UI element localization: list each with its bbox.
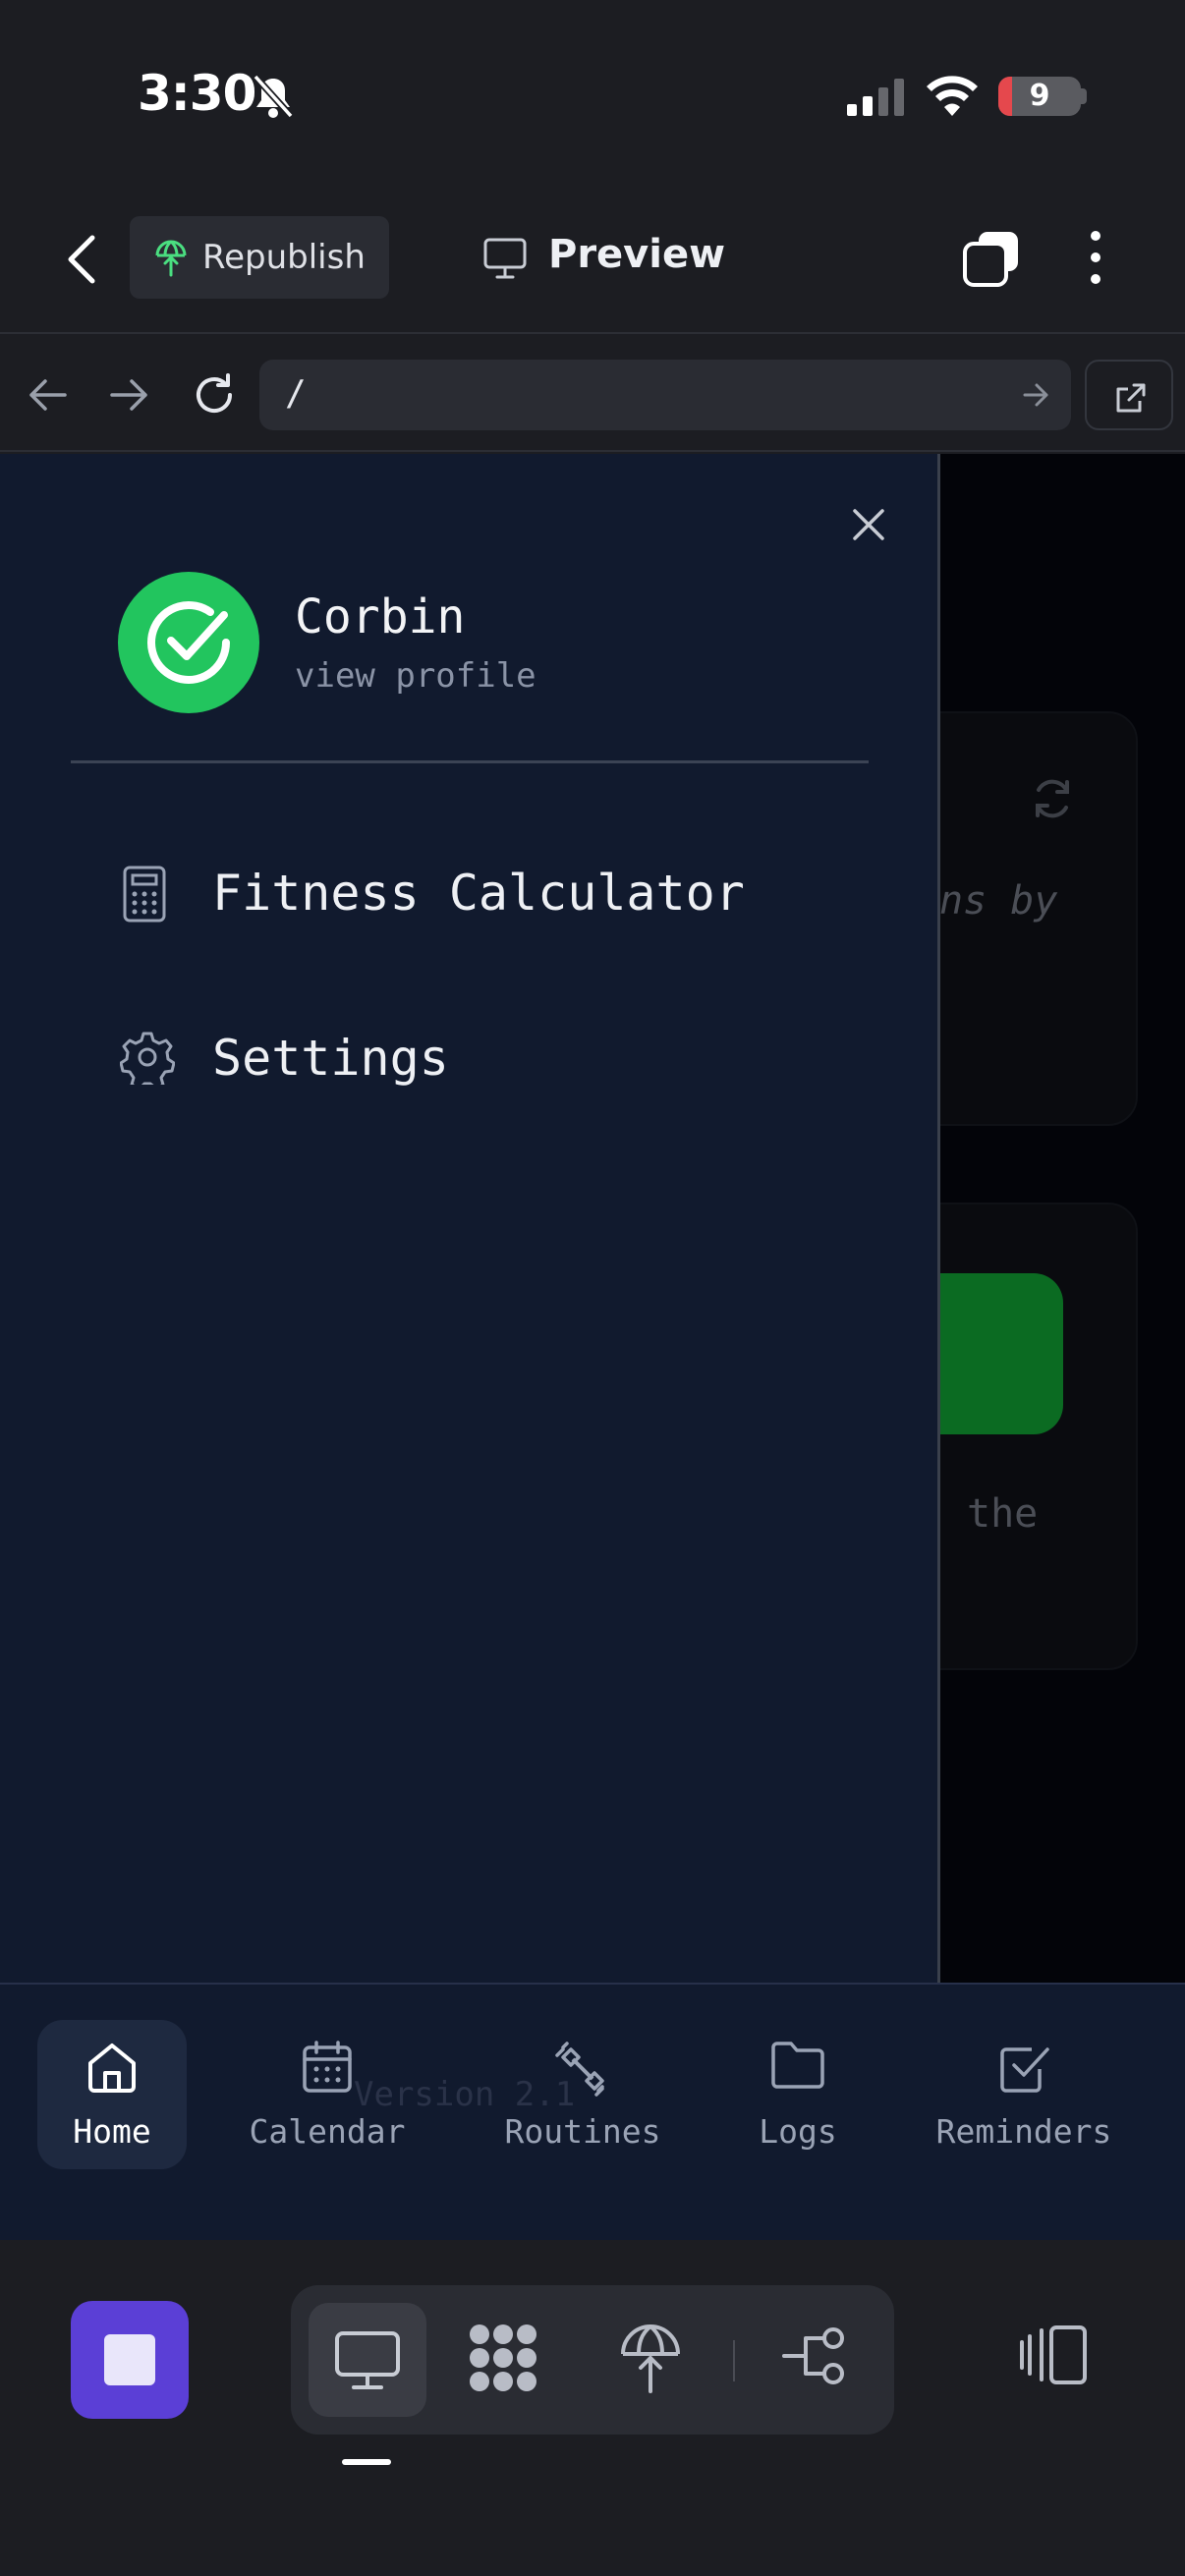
check-circle-icon xyxy=(147,601,230,684)
tab-label: Reminders xyxy=(935,2112,1112,2151)
reload-icon[interactable] xyxy=(191,371,238,422)
close-icon[interactable] xyxy=(847,503,890,550)
menu-item-label: Fitness Calculator xyxy=(212,865,745,922)
dumbbell-icon xyxy=(555,2042,604,2097)
battery-indicator: 9 xyxy=(998,77,1081,116)
battery-level: 9 xyxy=(1029,79,1050,113)
cellular-signal-icon xyxy=(847,79,906,120)
refresh-icon xyxy=(1036,779,1069,818)
open-external-button[interactable] xyxy=(1085,360,1173,430)
more-vertical-icon[interactable] xyxy=(1081,228,1110,293)
url-input[interactable]: / xyxy=(259,360,1071,430)
background-text: the xyxy=(967,1491,1039,1537)
menu-item-label: Settings xyxy=(212,1030,449,1087)
publish-globe-icon xyxy=(155,240,187,277)
home-icon xyxy=(88,2044,136,2093)
view-profile-link[interactable]: view profile xyxy=(295,656,536,696)
publish-globe-icon[interactable] xyxy=(617,2321,684,2399)
preview-mode-button[interactable] xyxy=(309,2303,426,2417)
tab-routines[interactable]: Routines xyxy=(491,2020,674,2169)
side-panel-icon[interactable] xyxy=(1018,2324,1089,2389)
stop-button[interactable] xyxy=(71,2301,189,2419)
background-text: ns by xyxy=(939,878,1058,924)
tabs-switcher-icon[interactable] xyxy=(961,228,1022,293)
tab-label: Calendar xyxy=(249,2112,406,2151)
menu-item-settings[interactable]: Settings xyxy=(108,1020,835,1098)
avatar[interactable] xyxy=(118,572,259,713)
battery-tip xyxy=(1081,88,1087,104)
menu-item-fitness-calculator[interactable]: Fitness Calculator xyxy=(108,855,835,933)
stop-icon xyxy=(104,2334,155,2385)
tab-label: Routines xyxy=(504,2112,661,2151)
go-arrow-icon[interactable] xyxy=(1022,381,1051,409)
external-link-icon xyxy=(1116,383,1146,413)
republish-label: Republish xyxy=(202,238,366,277)
back-button[interactable] xyxy=(59,232,106,287)
tab-reminders[interactable]: Reminders xyxy=(926,2020,1122,2169)
checkbox-icon xyxy=(1000,2047,1049,2093)
calendar-icon xyxy=(303,2041,352,2093)
bell-muted-icon xyxy=(252,73,295,124)
folder-icon xyxy=(771,2042,824,2089)
tab-label: Logs xyxy=(759,2112,837,2151)
preview-title[interactable]: Preview xyxy=(548,232,725,277)
status-time: 3:30 xyxy=(138,65,256,122)
workspace-dots-icon[interactable] xyxy=(466,2321,540,2399)
git-branch-icon[interactable] xyxy=(782,2324,851,2391)
url-value: / xyxy=(285,373,307,414)
divider xyxy=(71,760,869,763)
wifi-icon xyxy=(926,73,979,120)
tab-label: Home xyxy=(73,2112,151,2151)
chevron-left-icon xyxy=(68,235,95,284)
divider xyxy=(733,2340,735,2381)
monitor-icon xyxy=(335,2331,400,2389)
tab-calendar[interactable]: Calendar xyxy=(234,2020,421,2169)
calculator-icon xyxy=(123,866,166,923)
monitor-icon xyxy=(483,238,527,283)
gear-icon xyxy=(120,1032,175,1085)
tab-home[interactable]: Home xyxy=(37,2020,187,2169)
profile-name[interactable]: Corbin xyxy=(295,589,465,644)
tab-logs[interactable]: Logs xyxy=(739,2020,857,2169)
arrow-right-icon[interactable] xyxy=(108,375,151,419)
arrow-left-icon[interactable] xyxy=(26,375,69,419)
republish-button[interactable]: Republish xyxy=(130,216,389,299)
active-indicator xyxy=(342,2459,391,2465)
